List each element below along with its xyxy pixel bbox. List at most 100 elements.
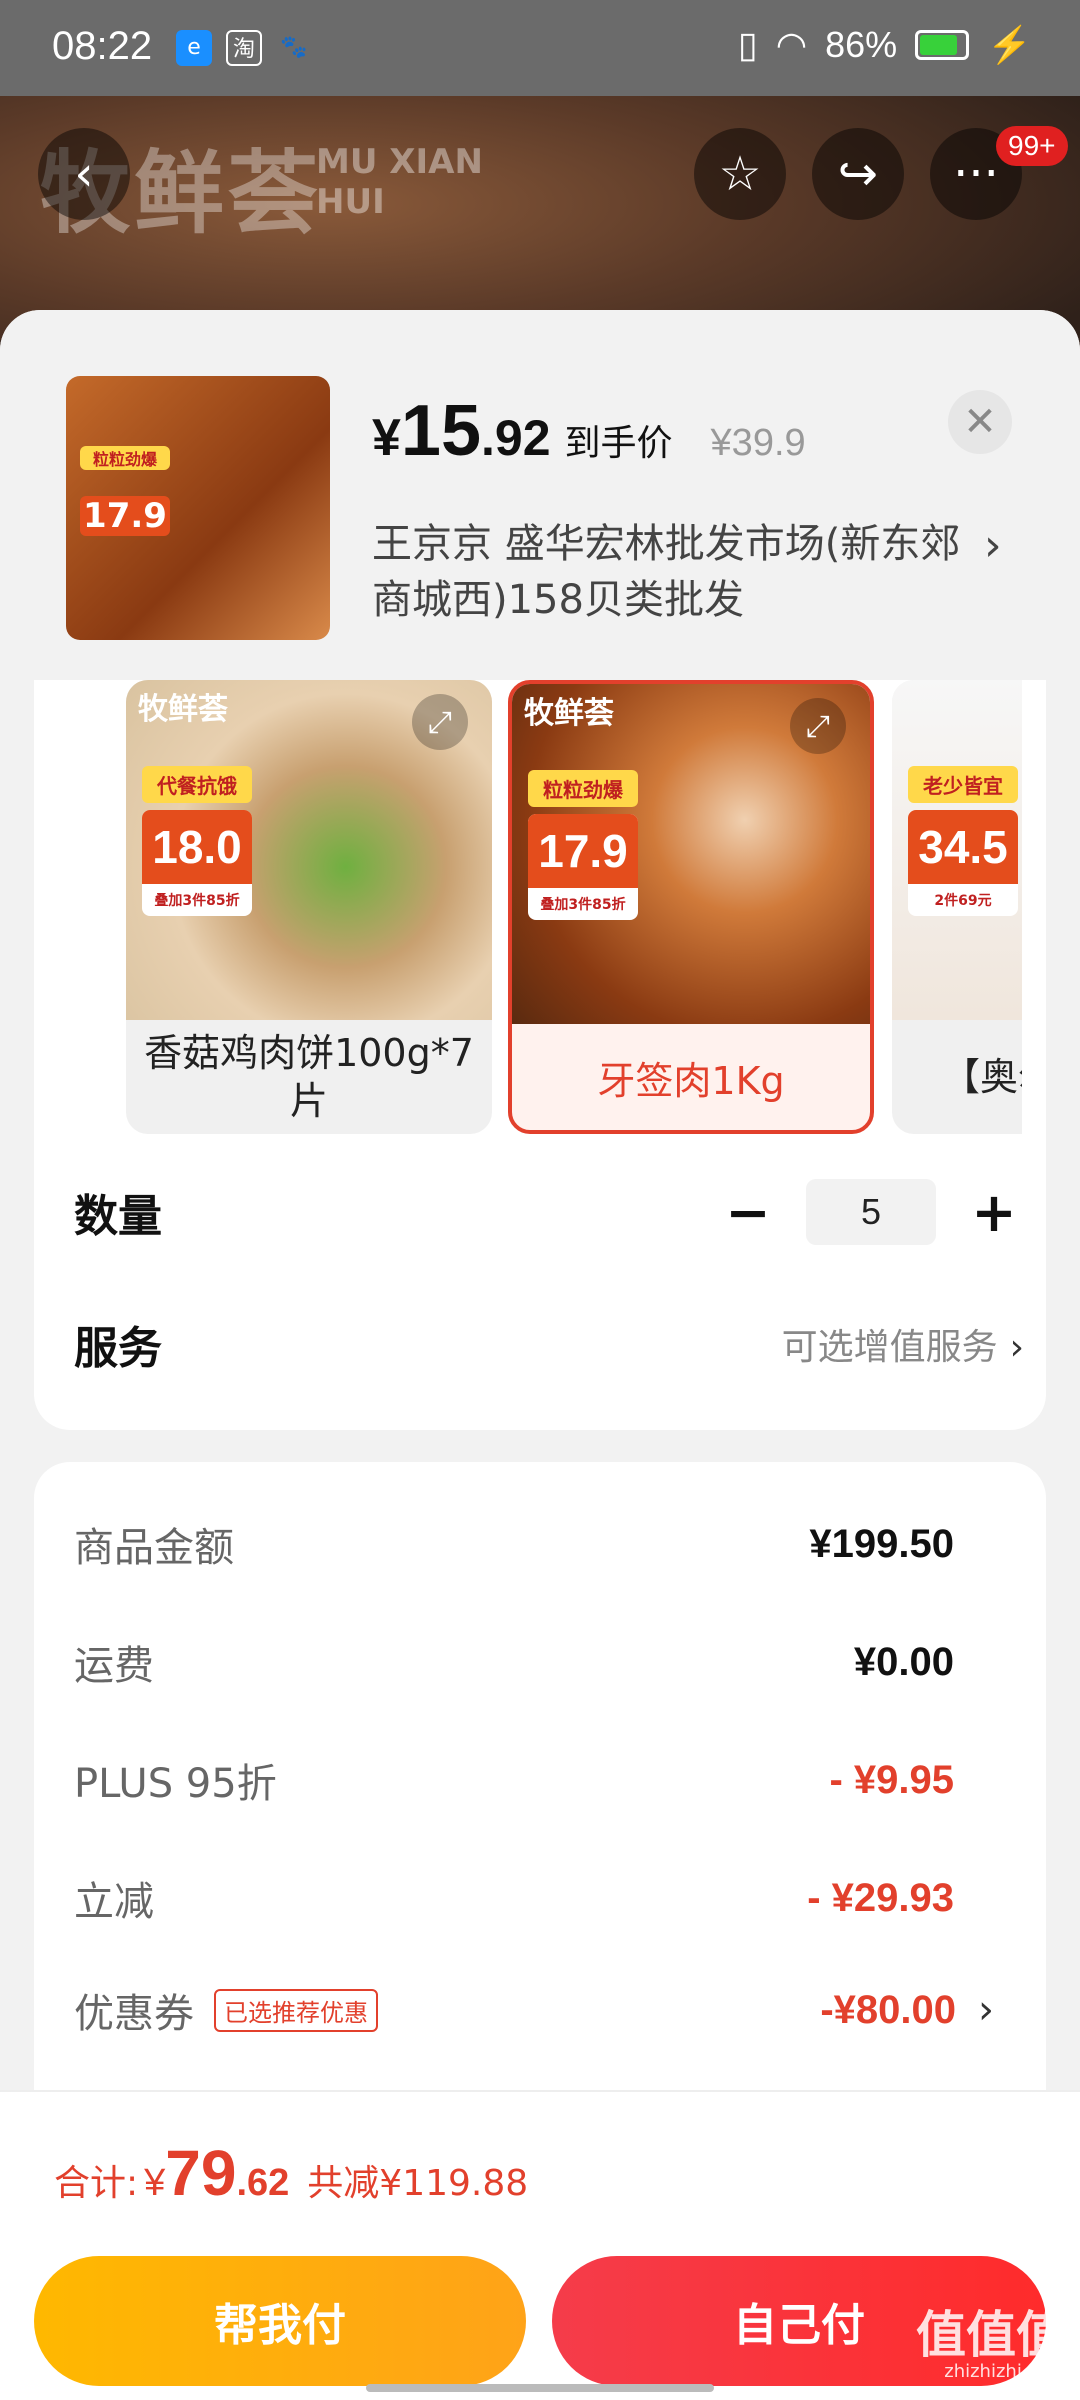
status-bar: 08:22 e 淘 🐾 ▯ ◠ 86% ⚡ [0, 0, 1080, 96]
price-integer: 15 [400, 391, 482, 471]
shipping-value: ¥0.00 [853, 1639, 954, 1684]
goods-amount-label: 商品金额 [74, 1525, 234, 1571]
product-summary: 粒粒劲爆 17.9 ¥15.92 到手价 ¥39.9 ✕ 王京京 盛华宏林批发市… [0, 310, 1080, 680]
chevron-right-icon: › [978, 1987, 994, 2033]
total-price: 合计: ¥ 79 .62 共减¥119.88 [54, 2136, 528, 2210]
battery-icon [915, 30, 970, 60]
coupon-tag: 已选推荐优惠 [214, 1988, 378, 2032]
variant-label: 香菇鸡肉饼100g*7片 [144, 1031, 474, 1123]
expand-icon[interactable]: ⤢ [412, 694, 468, 750]
variant-price: 17.9 [528, 814, 638, 888]
share-icon: ↪ [837, 146, 879, 202]
battery-percent: 86% [825, 24, 898, 65]
watermark-text: 值值值 [916, 2306, 1066, 2364]
brand-en-line2: HUI [316, 182, 385, 222]
variant-label: 【奥尔良鸡翅 [942, 1055, 1022, 1099]
instant-discount-value: - ¥29.93 [807, 1875, 954, 1920]
thumb-tag: 粒粒劲爆 [80, 446, 170, 470]
total-decimal: .62 [236, 2162, 290, 2204]
variant-image: 牧鲜荟 代餐抗饿 18.0 叠加3件85折 ⤢ [126, 680, 492, 1020]
app-notification-icon: e [176, 30, 212, 66]
chevron-left-icon: ‹ [74, 146, 94, 202]
total-currency: ¥ [144, 2162, 166, 2204]
thumb-price: 17.9 [80, 496, 170, 536]
quantity-stepper: − 5 + [718, 1179, 1024, 1245]
coupon-row[interactable]: 优惠券 已选推荐优惠 -¥80.00 › [74, 1970, 994, 2050]
shipping-label: 运费 [74, 1643, 154, 1689]
back-button[interactable]: ‹ [38, 128, 130, 220]
product-thumbnail[interactable]: 粒粒劲爆 17.9 [66, 376, 330, 640]
variant-label: 牙签肉1Kg [597, 1059, 785, 1103]
variant-price-box: 18.0 叠加3件85折 [142, 810, 252, 916]
close-icon: ✕ [963, 399, 997, 445]
service-row[interactable]: 服务 可选增值服务 › [74, 1294, 1024, 1394]
variant-brand: 牧鲜荟 [138, 692, 228, 727]
coupon-label: 优惠券 [74, 1991, 194, 2037]
total-label: 合计: [54, 2163, 139, 2204]
quantity-value[interactable]: 5 [806, 1179, 936, 1245]
variant-list[interactable]: 牧鲜荟 代餐抗饿 18.0 叠加3件85折 ⤢ 香菇鸡肉饼100g*7片 牧鲜荟 … [92, 680, 1022, 1134]
variant-promo: 2件69元 [934, 893, 992, 909]
variant-price-box: 17.9 叠加3件85折 [528, 814, 638, 920]
plus-discount-row: PLUS 95折 - ¥9.95 [74, 1740, 994, 1820]
status-time: 08:22 [52, 24, 153, 68]
watermark-url: zhizhizhi.com [944, 2361, 1066, 2382]
plus-discount-label: PLUS 95折 [74, 1761, 277, 1807]
variant-price: 34.5 [908, 810, 1018, 884]
coupon-selector[interactable]: -¥80.00 › [820, 1987, 994, 2033]
wifi-icon: ◠ [775, 24, 808, 65]
share-button[interactable]: ↪ [812, 128, 904, 220]
quantity-label: 数量 [74, 1191, 162, 1242]
shop-address[interactable]: 王京京 盛华宏林批发市场(新东郊商城西)158贝类批发 [372, 516, 992, 628]
watermark: 值值值 zhizhizhi.com [916, 2308, 1066, 2382]
sim-icon: ▯ [737, 24, 758, 65]
increase-button[interactable]: + [964, 1181, 1024, 1244]
price-row: ¥15.92 到手价 ¥39.9 [372, 390, 806, 472]
close-button[interactable]: ✕ [948, 390, 1012, 454]
brand-logo-en: MU XIAN HUI [316, 142, 483, 222]
variant-price-box: 34.5 2件69元 [908, 810, 1018, 916]
star-icon: ☆ [718, 146, 762, 202]
quantity-row: 数量 − 5 + [74, 1162, 1024, 1262]
service-value: 可选增值服务 [781, 1327, 998, 1368]
message-badge: 99+ [996, 126, 1068, 166]
brand-en-line1: MU XIAN [316, 142, 483, 182]
taobao-notification-icon: 淘 [226, 30, 262, 66]
variant-brand: 牧鲜荟 [524, 696, 614, 731]
variant-price: 18.0 [142, 810, 252, 884]
coupon-label-group: 优惠券 已选推荐优惠 [74, 1981, 378, 2039]
total-integer: 79 [165, 2137, 237, 2209]
price-breakdown: 商品金额 ¥199.50 运费 ¥0.00 PLUS 95折 - ¥9.95 立… [34, 1462, 1046, 2102]
variant-option-1[interactable]: 牧鲜荟 代餐抗饿 18.0 叠加3件85折 ⤢ 香菇鸡肉饼100g*7片 [126, 680, 492, 1134]
favorite-button[interactable]: ☆ [694, 128, 786, 220]
help-pay-button[interactable]: 帮我付 [34, 2256, 526, 2386]
total-savings: 共减¥119.88 [307, 2163, 529, 2204]
shipping-row: 运费 ¥0.00 [74, 1622, 994, 1702]
expand-icon[interactable]: ⤢ [790, 698, 846, 754]
purchase-sheet: 粒粒劲爆 17.9 ¥15.92 到手价 ¥39.9 ✕ 王京京 盛华宏林批发市… [0, 310, 1080, 2400]
chevron-right-icon: › [1009, 1327, 1024, 1368]
variant-promo: 叠加3件85折 [154, 893, 240, 909]
decrease-button[interactable]: − [718, 1181, 778, 1244]
goods-amount-value: ¥199.50 [809, 1521, 954, 1566]
variant-image: 老少皆宜 34.5 2件69元 [892, 680, 1022, 1020]
variant-tag: 代餐抗饿 [142, 766, 252, 803]
goods-amount-row: 商品金额 ¥199.50 [74, 1504, 994, 1584]
price-type-label: 到手价 [564, 423, 673, 464]
variant-option-3[interactable]: 老少皆宜 34.5 2件69元 【奥尔良鸡翅 [892, 680, 1022, 1134]
chevron-right-icon: › [984, 520, 1002, 571]
variant-option-2[interactable]: 牧鲜荟 粒粒劲爆 17.9 叠加3件85折 ⤢ 牙签肉1Kg [508, 680, 874, 1134]
options-card: 牧鲜荟 代餐抗饿 18.0 叠加3件85折 ⤢ 香菇鸡肉饼100g*7片 牧鲜荟 … [34, 680, 1046, 1430]
battery-level [920, 35, 958, 55]
instant-discount-row: 立减 - ¥29.93 [74, 1858, 994, 1938]
service-selector[interactable]: 可选增值服务 › [782, 1318, 1024, 1370]
charging-icon: ⚡ [987, 24, 1032, 65]
instant-discount-label: 立减 [74, 1879, 154, 1925]
variant-image: 牧鲜荟 粒粒劲爆 17.9 叠加3件85折 ⤢ [512, 684, 870, 1024]
price-decimal: .92 [481, 410, 551, 466]
pet-notification-icon: 🐾 [280, 35, 308, 60]
service-label: 服务 [74, 1323, 162, 1374]
variant-tag: 老少皆宜 [908, 766, 1018, 803]
variant-tag: 粒粒劲爆 [528, 770, 638, 807]
home-indicator[interactable] [366, 2384, 714, 2392]
